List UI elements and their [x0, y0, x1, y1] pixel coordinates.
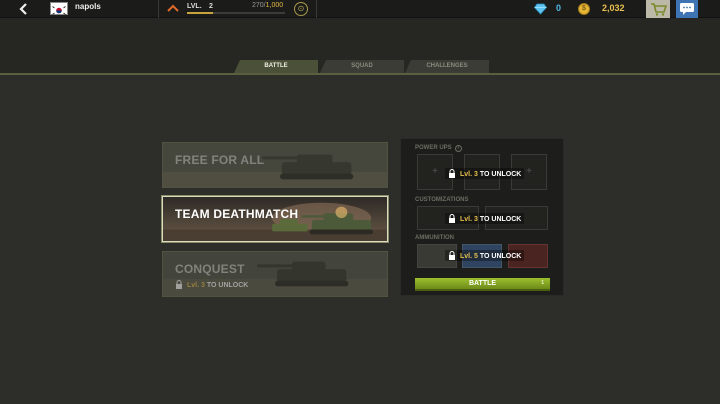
powerups-label: POWER UPS i: [415, 145, 462, 152]
coins-count: 2,032: [602, 3, 625, 13]
badge-icon[interactable]: ⊙: [294, 2, 308, 16]
lock-icon: [449, 214, 455, 223]
info-icon[interactable]: i: [454, 145, 462, 152]
back-arrow-icon: [19, 3, 27, 15]
lock-level: Lvl. 5: [460, 253, 478, 260]
ammunition-lock-notice: Lvl. 5 TO UNLOCK: [445, 250, 525, 261]
player-name[interactable]: napols: [75, 2, 101, 11]
chat-button[interactable]: [676, 0, 698, 18]
plus-icon: +: [432, 166, 438, 177]
plus-icon: +: [526, 166, 532, 177]
lock-icon: [176, 280, 182, 289]
lock-suffix: TO UNLOCK: [479, 171, 522, 178]
mode-card-team-deathmatch[interactable]: TEAM DEATHMATCH: [162, 196, 388, 242]
rank-chevron-icon: [167, 4, 179, 12]
xp-current: 270/: [252, 2, 266, 9]
divider: [158, 0, 159, 18]
lock-level: Lvl. 3: [460, 171, 478, 178]
mode-card-conquest[interactable]: CONQUEST Lvl. 3 TO UNLOCK: [162, 251, 388, 297]
mode-title: CONQUEST: [175, 262, 245, 276]
customizations-lock-notice: Lvl. 3 TO UNLOCK: [445, 213, 525, 224]
xp-max: 1,000: [265, 2, 284, 9]
customizations-label: CUSTOMIZATIONS: [415, 197, 469, 203]
lock-icon: [449, 169, 455, 178]
lock-suffix: TO UNLOCK: [206, 282, 249, 289]
battle-cost: 1: [541, 280, 544, 286]
korea-flag-icon: [50, 2, 68, 15]
gems-count: 0: [556, 3, 562, 13]
xp-progress-fill: [187, 12, 214, 14]
conquest-lock-notice: Lvl. 3 TO UNLOCK: [175, 280, 248, 289]
xp-progress-bar: [187, 12, 285, 14]
xp-text: 270/1,000: [252, 2, 283, 9]
lock-level: Lvl. 3: [187, 282, 205, 289]
ammunition-label: AMMUNITION: [415, 235, 454, 241]
tab-battle[interactable]: BATTLE: [234, 60, 318, 73]
back-button[interactable]: [14, 1, 36, 17]
tab-squad[interactable]: SQUAD: [320, 60, 404, 73]
loadout-panel: POWER UPS i + + Lvl. 3 TO UNLOCK CUSTOMIZ…: [400, 138, 564, 296]
shop-button[interactable]: [646, 0, 670, 18]
tab-underline: [0, 73, 720, 75]
tab-challenges[interactable]: CHALLENGES: [405, 60, 489, 73]
lock-suffix: TO UNLOCK: [479, 253, 522, 260]
mode-card-free-for-all[interactable]: FREE FOR ALL: [162, 142, 388, 188]
powerups-lock-notice: Lvl. 3 TO UNLOCK: [445, 168, 525, 179]
lock-level: Lvl. 3: [460, 216, 478, 223]
gem-icon: [534, 3, 547, 15]
lock-suffix: TO UNLOCK: [479, 216, 522, 223]
cart-icon: [651, 3, 668, 16]
level-value: 2: [209, 3, 213, 10]
mode-title: TEAM DEATHMATCH: [175, 207, 299, 221]
battle-button-label: BATTLE: [468, 280, 497, 287]
top-bar: napols LVL. 2 270/1,000 ⊙ 0 $ 2,032: [0, 0, 720, 18]
level-label: LVL.: [187, 3, 202, 10]
divider: [316, 0, 317, 18]
coin-icon: $: [578, 3, 590, 15]
powerups-label-text: POWER UPS: [415, 145, 452, 151]
mode-title: FREE FOR ALL: [175, 153, 265, 167]
chat-icon: [680, 3, 694, 15]
battle-button[interactable]: BATTLE 1: [415, 278, 550, 291]
lock-icon: [449, 251, 455, 260]
